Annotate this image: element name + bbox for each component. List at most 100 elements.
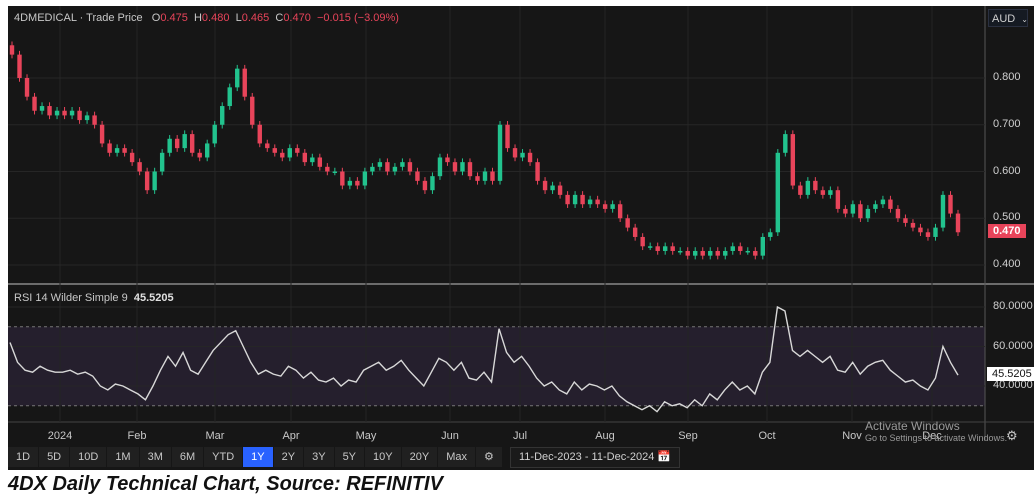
range-button-10d[interactable]: 10D [70, 447, 107, 467]
candle-body [632, 227, 638, 237]
candle-body [775, 152, 781, 233]
x-tick-label: Aug [595, 430, 615, 442]
candle-body [332, 171, 338, 173]
rsi-tick-label: 80.0000 [993, 300, 1033, 312]
candle-body [527, 152, 533, 163]
figure-caption: 4DX Daily Technical Chart, Source: REFIN… [8, 473, 443, 495]
candle-body [595, 199, 600, 205]
range-button-20y[interactable]: 20Y [401, 447, 438, 467]
candle-body [370, 166, 375, 172]
range-button-1y[interactable]: 1Y [243, 447, 273, 467]
high-label: H [193, 12, 202, 24]
candle-body [903, 218, 908, 223]
candle-body [482, 171, 488, 181]
candle-body [107, 143, 112, 153]
candle-body [205, 143, 210, 158]
range-button-5d[interactable]: 5D [39, 447, 70, 467]
candle-body [910, 222, 916, 228]
x-tick-label: Feb [127, 430, 147, 442]
rsi-value: 45.5205 [133, 292, 174, 304]
candle-body [723, 250, 728, 256]
candle-body [280, 152, 285, 158]
candle-body [310, 157, 315, 163]
range-button-3m[interactable]: 3M [139, 447, 171, 467]
candle-body [745, 250, 750, 253]
candle-body [572, 194, 578, 205]
range-button-10y[interactable]: 10Y [365, 447, 401, 467]
candle-body [407, 162, 413, 172]
candle-body [24, 78, 30, 97]
candle-body [880, 199, 886, 205]
candle-body [647, 246, 653, 248]
candle-body [189, 134, 195, 153]
candle-body [257, 124, 262, 144]
range-settings-gear-icon[interactable]: ⚙ [475, 447, 502, 467]
candle-body [212, 124, 217, 144]
x-tick-label: Jun [441, 430, 459, 442]
candle-body [955, 213, 961, 233]
settings-gear-icon[interactable]: ⚙ [1006, 428, 1018, 444]
candle-body [295, 148, 300, 153]
candle-body [32, 96, 37, 111]
candle-body [287, 148, 292, 158]
range-button-2y[interactable]: 2Y [273, 447, 304, 467]
candle-body [505, 124, 510, 149]
candle-body [580, 194, 585, 205]
price-tick-label: 0.500 [993, 211, 1021, 224]
candle-body [265, 143, 270, 149]
chevron-down-icon: ⌄ [1021, 15, 1028, 24]
range-button-6m[interactable]: 6M [171, 447, 204, 467]
candle-body [693, 250, 698, 256]
candle-body [272, 148, 277, 153]
candle-body [430, 176, 435, 191]
candle-body [587, 199, 593, 205]
candle-body [235, 68, 240, 88]
currency-dropdown[interactable]: AUD ⌄ [988, 9, 1028, 27]
price-tick-label: 0.600 [993, 164, 1021, 177]
candle-body [39, 106, 45, 111]
candle-body [550, 185, 555, 191]
range-button-1d[interactable]: 1D [8, 447, 39, 467]
candle-body [467, 162, 473, 177]
candle-body [415, 171, 420, 181]
candle-body [520, 152, 525, 158]
candle-body [640, 236, 645, 247]
x-tick-label: May [355, 430, 377, 442]
date-range-picker[interactable]: 11-Dec-2023 - 11-Dec-2024 📅 [510, 447, 681, 468]
candle-body [655, 246, 660, 251]
candle-body [437, 157, 443, 177]
currency-label: AUD [992, 13, 1016, 25]
candle-body [129, 152, 135, 163]
candle-body [820, 190, 826, 195]
candle-body [798, 185, 803, 195]
candle-body [77, 110, 82, 121]
candle-body [144, 171, 150, 191]
range-button-3y[interactable]: 3Y [304, 447, 334, 467]
candle-body [167, 138, 172, 153]
candle-body [542, 180, 548, 191]
candle-body [152, 171, 157, 191]
chart-canvas[interactable] [0, 0, 1034, 470]
date-range-text: 11-Dec-2023 - 11-Dec-2024 [519, 451, 655, 463]
candle-body [790, 134, 796, 186]
range-button-ytd[interactable]: YTD [204, 447, 243, 467]
candle-body [557, 185, 563, 195]
candle-body [325, 166, 330, 172]
candle-body [340, 171, 345, 186]
candle-body [738, 246, 743, 251]
candle-body [92, 115, 97, 125]
candle-body [662, 246, 668, 251]
range-button-max[interactable]: Max [438, 447, 475, 467]
price-tick-label: 0.700 [993, 117, 1021, 130]
range-button-1m[interactable]: 1M [107, 447, 139, 467]
candle-body [535, 162, 540, 181]
candle-body [220, 106, 225, 125]
price-tick-label: 0.800 [993, 71, 1021, 83]
candle-body [888, 199, 893, 209]
candle-body [302, 152, 308, 163]
candle-body [617, 204, 623, 219]
candle-body [828, 190, 833, 195]
x-tick-label: 2024 [47, 430, 73, 442]
high-value: 0.480 [201, 12, 230, 24]
range-button-5y[interactable]: 5Y [334, 447, 365, 467]
